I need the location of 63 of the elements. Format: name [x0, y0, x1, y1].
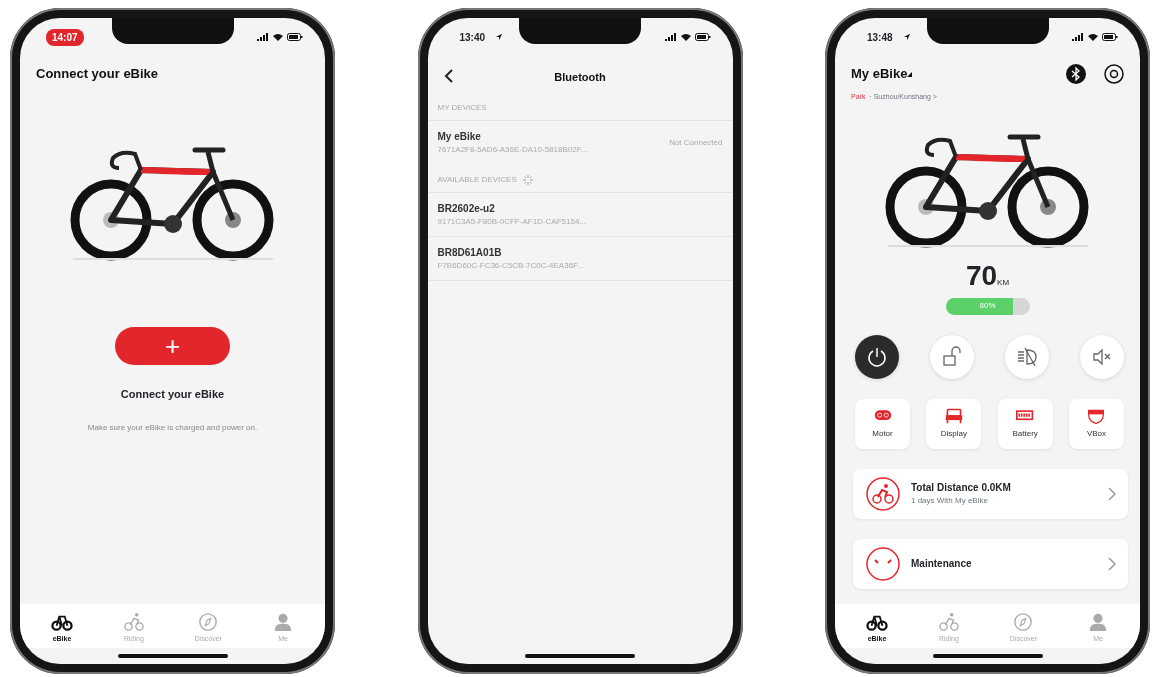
- device-id: 9171C3A5-F80B-0CFF-AF1D-CAF5154...: [437, 216, 586, 228]
- device-name: My eBike: [437, 130, 482, 144]
- cyclist-icon: [937, 611, 960, 632]
- range-value: 70: [965, 261, 998, 290]
- signal-icon: [257, 33, 269, 41]
- wifi-icon: [680, 33, 691, 41]
- card-title: Maintenance: [911, 557, 973, 571]
- battery-status-icon: [1102, 33, 1118, 41]
- add-button[interactable]: +: [115, 326, 230, 365]
- compass-icon: [1012, 611, 1035, 632]
- card-subtitle: 1 days With My eBike: [911, 495, 989, 507]
- battery-reading: 80%: [978, 300, 997, 312]
- page-title[interactable]: My eBike: [851, 64, 908, 84]
- connect-heading: Connect your eBike: [120, 387, 225, 400]
- hint-text: Make sure your eBike is charged and power on.: [87, 422, 258, 432]
- caret-icon: [907, 71, 913, 77]
- summary-card[interactable]: Maintenance: [853, 538, 1128, 589]
- back-icon[interactable]: [443, 69, 454, 83]
- page-title: Connect your eBike: [36, 65, 160, 83]
- power-toggle[interactable]: [855, 334, 899, 379]
- chevron-right-icon: [1108, 486, 1116, 501]
- status-time: 13:48: [866, 30, 894, 45]
- battery-status-icon: [287, 33, 303, 41]
- unlock-icon: [940, 344, 964, 369]
- device-id: F7B6D60C-FC36-C5CB-7C0C-4EA36F...: [437, 260, 584, 272]
- person-icon: [272, 611, 294, 632]
- page-title: Bluetooth: [554, 71, 606, 83]
- section-header: AVAILABLE DEVICES: [437, 174, 517, 186]
- device-row[interactable]: My eBike 7671A2F8-5AD6-A36E-DA10-5818B02F... Not Connected: [427, 120, 733, 164]
- device-name: BR8D61A01B: [437, 246, 503, 260]
- connection-status: Not Connected: [669, 136, 723, 149]
- bluetooth-icon[interactable]: [1066, 64, 1086, 84]
- battery-status-icon: [694, 33, 711, 41]
- feature-tile[interactable]: Display: [926, 398, 982, 449]
- gauge-icon: [865, 545, 901, 582]
- device-id: 7671A2F8-5AD6-A36E-DA10-5818B02F...: [437, 144, 588, 156]
- wifi-icon: [273, 33, 283, 41]
- cyclist-badge-icon: [865, 475, 901, 512]
- status-time: 14:07: [46, 28, 84, 46]
- device-row[interactable]: BR2602e-u2 9171C3A5-F80B-0CFF-AF1D-CAF5154...: [427, 192, 733, 236]
- summary-card[interactable]: Total Distance 0.0KM 1 days With My eBike: [853, 468, 1128, 519]
- mute-toggle[interactable]: [1080, 334, 1124, 379]
- signal-icon: [1072, 33, 1084, 41]
- settings-icon[interactable]: [1104, 64, 1124, 84]
- card-title: Total Distance 0.0KM: [911, 481, 1012, 495]
- unlock-toggle[interactable]: [930, 334, 974, 379]
- seat-icon: [943, 407, 964, 425]
- chevron-right-icon: [1108, 556, 1116, 571]
- shield-icon: [1086, 407, 1107, 425]
- feature-tile[interactable]: VBox: [1069, 398, 1124, 449]
- compass-icon: [197, 611, 220, 632]
- person-icon: [1087, 611, 1109, 632]
- status-time: 13:40: [458, 30, 487, 45]
- device-row[interactable]: BR8D61A01B F7B6D60C-FC36-C5CB-7C0C-4EA36F...: [427, 236, 733, 280]
- headlight-toggle[interactable]: [1005, 334, 1049, 379]
- feature-tile[interactable]: Battery: [997, 398, 1053, 449]
- signal-icon: [664, 33, 677, 41]
- feature-tile[interactable]: Motor: [855, 398, 910, 449]
- wifi-icon: [1088, 33, 1098, 41]
- device-name: BR2602e-u2: [437, 202, 496, 216]
- cyclist-icon: [122, 611, 145, 632]
- section-header: MY DEVICES: [437, 102, 487, 114]
- range-unit: KM: [997, 277, 1010, 289]
